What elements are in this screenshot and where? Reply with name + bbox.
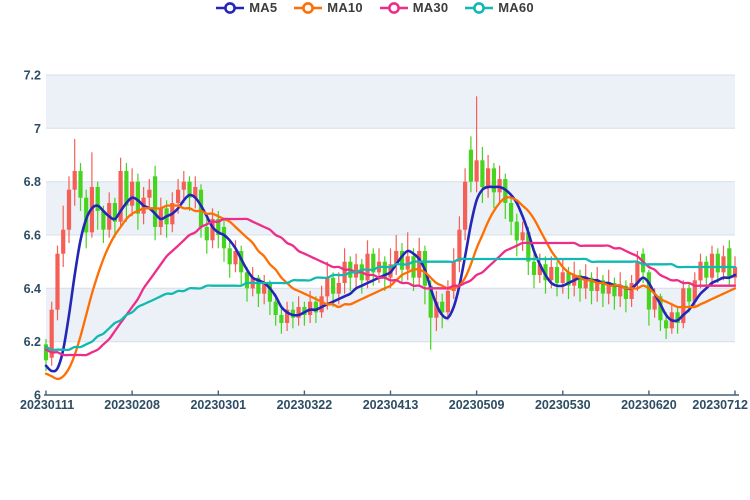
candle [721,246,725,281]
candle-body [78,171,82,198]
candle-body [153,176,157,227]
candle-body [561,272,565,283]
legend-label: MA30 [413,0,448,15]
candle [710,246,714,286]
candle [90,152,94,237]
candle-body [337,283,341,294]
candle-body [532,262,536,275]
candle-body [457,230,461,262]
candle-body [67,190,71,230]
y-axis-label: 6.8 [24,175,41,189]
y-axis-label: 6.6 [24,229,41,243]
x-axis-label: 20230208 [104,398,160,412]
candle-body [228,248,232,264]
candle-body [492,168,496,192]
candle-body [205,227,209,240]
candle-body [687,288,691,301]
legend-item-ma60[interactable]: MA60 [465,0,533,15]
legend-item-ma10[interactable]: MA10 [294,0,362,15]
legend-marker-icon [465,1,493,15]
x-axis-label: 20230413 [363,398,419,412]
y-axis-label: 6.4 [24,282,41,296]
candle [50,302,54,366]
candle-body [325,278,329,297]
candle-body [475,160,479,181]
x-axis-label: 20230620 [621,398,677,412]
candle [55,246,59,321]
candle-body [176,190,180,203]
x-axis-label: 20230509 [449,398,505,412]
candle-body [245,272,249,288]
candle-body [555,267,559,283]
candle-body [549,267,553,280]
legend-marker-icon [216,1,244,15]
candle-body [331,278,335,294]
legend-label: MA5 [249,0,277,15]
candle [394,235,398,275]
candle-body [515,222,519,241]
candle-body [630,283,634,299]
candle [733,256,737,285]
candle-body [469,150,473,182]
candle-body [320,296,324,312]
candle-body [147,190,151,198]
candle-body [274,302,278,315]
candle [698,254,702,289]
candle-body [130,182,134,206]
chart-canvas[interactable]: 66.26.46.66.877.220230111202302082023030… [0,0,750,500]
candle [681,280,685,328]
candle-body [521,232,525,240]
candle-body [509,203,513,222]
candle-body [343,262,347,283]
candle-body [727,248,731,277]
y-axis-label: 7 [34,122,41,136]
legend-label: MA60 [498,0,533,15]
candle [716,248,720,283]
candle [463,168,467,240]
candle-body [698,262,702,281]
candle-body [73,171,77,190]
candle-body [664,320,668,328]
candle-body [417,251,421,278]
candle-body [721,256,725,272]
candle-body [279,315,283,323]
candle [239,246,243,286]
candle-body [710,254,714,278]
candle-body [61,230,65,254]
candle-body [463,182,467,230]
candle [119,158,123,227]
candle-body [136,182,140,214]
candle-body [704,262,708,278]
candle [343,248,347,293]
x-axis-label: 20230322 [277,398,333,412]
x-axis-label: 20230111 [20,398,74,412]
kline-chart[interactable]: 66.26.46.66.877.220230111202302082023030… [0,0,750,500]
candle-body [411,256,415,277]
candle [704,256,708,288]
x-axis-label: 20230530 [535,398,591,412]
candle-body [486,168,490,187]
x-axis-label: 20230301 [190,398,246,412]
y-axis-label: 6.2 [24,335,41,349]
candle-body [716,254,720,273]
candle [228,240,232,277]
y-axis-label: 7.2 [24,69,41,83]
legend-marker-icon [294,1,322,15]
split-area-band [46,75,735,128]
legend-item-ma5[interactable]: MA5 [216,0,277,15]
legend-marker-icon [380,1,408,15]
candle-body [55,254,59,310]
candle-body [446,291,450,312]
candle-body [365,254,369,281]
candle-body [480,160,484,187]
candle-body [182,182,186,190]
x-axis-label: 20230712 [692,398,748,412]
legend-item-ma30[interactable]: MA30 [380,0,448,15]
legend-label: MA10 [327,0,362,15]
chart-legend: MA5 MA10 MA30 MA60 [0,0,750,15]
